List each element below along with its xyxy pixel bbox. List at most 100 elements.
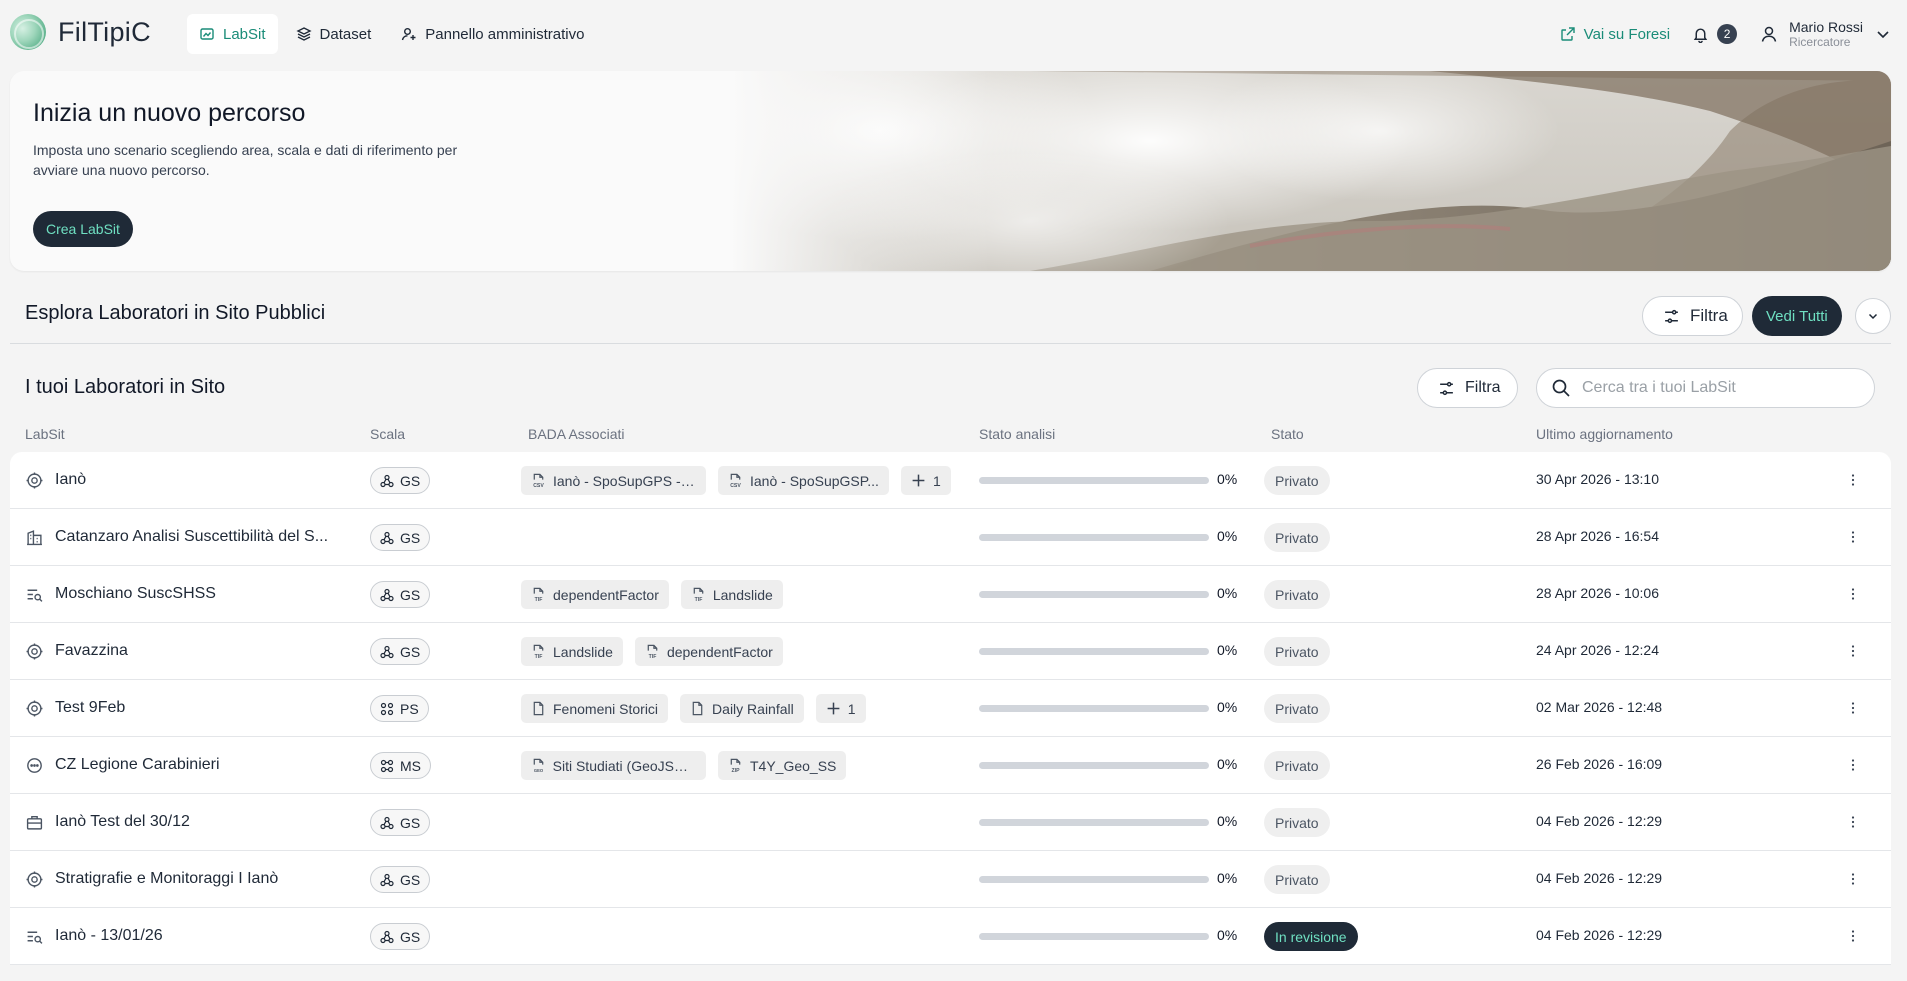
my-labs-filter-button[interactable]: Filtra xyxy=(1417,368,1518,408)
last-updated: 30 Apr 2026 - 13:10 xyxy=(1536,471,1659,487)
labsit-name-cell[interactable]: Catanzaro Analisi Suscettibilità del S..… xyxy=(26,509,356,565)
labsit-name-cell[interactable]: CZ Legione Carabinieri xyxy=(26,737,356,793)
labsit-name-cell[interactable]: Moschiano SuscSHSS xyxy=(26,566,356,622)
user-info: Mario Rossi Ricercatore xyxy=(1789,19,1863,49)
bada-chip[interactable]: Fenomeni Storici xyxy=(521,694,669,723)
table-row[interactable]: Catanzaro Analisi Suscettibilità del S..… xyxy=(10,509,1891,566)
plus-icon xyxy=(911,473,926,488)
scale-ps-icon xyxy=(380,702,394,716)
row-menu-button[interactable] xyxy=(1843,926,1863,946)
scale-label: PS xyxy=(400,700,419,717)
filter-label: Filtra xyxy=(1690,306,1728,325)
hero-image-fade xyxy=(730,71,990,271)
row-menu-button[interactable] xyxy=(1843,698,1863,718)
status-badge: Privato xyxy=(1264,637,1330,666)
user-icon xyxy=(1759,24,1779,44)
labsit-name-cell[interactable]: Test 9Feb xyxy=(26,680,356,736)
chat-icon xyxy=(26,757,43,774)
analysis-progress-value: 0% xyxy=(1217,528,1238,544)
column-header-labsit[interactable]: LabSit xyxy=(25,426,65,442)
scale-badge: GS xyxy=(370,923,431,950)
row-menu-button[interactable] xyxy=(1843,470,1863,490)
row-menu-button[interactable] xyxy=(1843,812,1863,832)
labsit-name-cell[interactable]: Favazzina xyxy=(26,623,356,679)
nav-item-admin[interactable]: Pannello amministrativo xyxy=(389,14,596,54)
top-bar: FilTipiC LabSit Dataset Pannello amminis… xyxy=(0,0,1907,66)
external-link-label: Vai su Foresi xyxy=(1583,25,1671,43)
bada-chip[interactable]: ZIP T4Y_Geo_SS xyxy=(718,751,847,780)
bada-chip-label: Siti Studiati (GeoJSON) xyxy=(552,757,696,774)
bada-chip-label: Ianò - SpoSupGSP... xyxy=(750,472,879,489)
svg-text:CSV: CSV xyxy=(533,483,544,488)
analysis-progress-value: 0% xyxy=(1217,927,1238,943)
bada-more-chip[interactable]: 1 xyxy=(815,694,866,723)
row-menu-button[interactable] xyxy=(1843,584,1863,604)
bada-chip[interactable]: TIF dependentFactor xyxy=(521,580,669,609)
app-logo[interactable]: FilTipiC xyxy=(10,14,151,50)
bada-chip[interactable]: CSV Ianò - SpoSupGPS - ... xyxy=(521,466,706,495)
table-row[interactable]: Ianò - 13/01/26 GS 0% In revisione 04 Feb 20… xyxy=(10,908,1891,965)
logo-mark-icon xyxy=(10,14,46,50)
geojson-file-icon: GEO xyxy=(531,758,546,773)
labsit-name: CZ Legione Carabinieri xyxy=(55,756,220,773)
table-row[interactable]: Ianò GS CSV Ianò - SpoSupGPS - ... CSV Ianò -… xyxy=(10,452,1891,509)
labsit-name-cell[interactable]: Ianò Test del 30/12 xyxy=(26,794,356,850)
external-link[interactable]: Vai su Foresi xyxy=(1560,26,1670,43)
create-labsit-button[interactable]: Crea LabSit xyxy=(33,211,133,247)
last-updated: 02 Mar 2026 - 12:48 xyxy=(1536,699,1663,715)
bada-chip-label: dependentFactor xyxy=(666,643,773,660)
scale-label: GS xyxy=(400,586,421,603)
bada-chip[interactable]: TIF dependentFactor xyxy=(634,637,783,666)
nav-item-labsit[interactable]: LabSit xyxy=(187,14,278,54)
collapse-toggle-button[interactable] xyxy=(1855,298,1891,334)
table-row[interactable]: Test 9Feb PS Fenomeni Storici Daily Rainfal… xyxy=(10,680,1891,737)
labs-table-body: Ianò GS CSV Ianò - SpoSupGPS - ... CSV Ianò -… xyxy=(10,452,1891,965)
dots-vertical-icon xyxy=(1845,928,1861,944)
column-header-scale[interactable]: Scala xyxy=(370,426,405,442)
table-row[interactable]: Ianò Test del 30/12 GS 0% Privato 04 Feb 202… xyxy=(10,794,1891,851)
row-menu-button[interactable] xyxy=(1843,527,1863,547)
column-header-status[interactable]: Stato xyxy=(1271,426,1304,442)
labsit-name-cell[interactable]: Ianò - 13/01/26 xyxy=(26,908,356,964)
nav-item-dataset[interactable]: Dataset xyxy=(284,14,384,54)
bada-chip[interactable]: TIF Landslide xyxy=(521,637,623,666)
row-menu-button[interactable] xyxy=(1843,755,1863,775)
user-menu[interactable]: Mario Rossi Ricercatore xyxy=(1759,19,1893,49)
bada-chip[interactable]: GEO Siti Studiati (GeoJSON) xyxy=(521,751,706,780)
last-updated: 28 Apr 2026 - 10:06 xyxy=(1536,585,1659,601)
dots-vertical-icon xyxy=(1845,814,1861,830)
see-all-button[interactable]: Vedi Tutti xyxy=(1752,296,1842,336)
row-menu-button[interactable] xyxy=(1843,641,1863,661)
column-header-updated[interactable]: Ultimo aggiornamento xyxy=(1536,426,1673,442)
table-row[interactable]: Favazzina GS TIF Landslide TIF dependentFacto… xyxy=(10,623,1891,680)
labsit-name: Ianò - 13/01/26 xyxy=(55,927,163,944)
scale-gs-icon xyxy=(380,645,394,659)
labsit-name-cell[interactable]: Ianò xyxy=(26,452,356,508)
explore-filter-button[interactable]: Filtra xyxy=(1642,296,1743,336)
scale-gs-icon xyxy=(380,930,394,944)
search-input[interactable] xyxy=(1582,379,1860,397)
bada-chip[interactable]: TIF Landslide xyxy=(680,580,783,609)
notifications-button[interactable]: 2 xyxy=(1692,24,1738,44)
table-row[interactable]: Stratigrafie e Monitoraggi I Ianò GS 0% Pri… xyxy=(10,851,1891,908)
bada-chip-label: Daily Rainfall xyxy=(712,700,794,717)
row-menu-button[interactable] xyxy=(1843,869,1863,889)
table-row[interactable]: Moschiano SuscSHSS GS TIF dependentFactor TI… xyxy=(10,566,1891,623)
bada-chip-label: T4Y_Geo_SS xyxy=(750,757,837,774)
analysis-progress-bar xyxy=(979,762,1209,769)
column-header-bada[interactable]: BADA Associati xyxy=(528,426,625,442)
tif-file-icon: TIF xyxy=(645,644,660,659)
status-badge: Privato xyxy=(1264,865,1330,894)
bada-chip[interactable]: CSV Ianò - SpoSupGSP... xyxy=(718,466,889,495)
analysis-progress-bar xyxy=(979,534,1209,541)
table-row[interactable]: CZ Legione Carabinieri MS GEO Siti Studiati… xyxy=(10,737,1891,794)
bada-more-chip[interactable]: 1 xyxy=(900,466,951,495)
target-icon xyxy=(26,871,43,888)
bada-chip[interactable]: Daily Rainfall xyxy=(680,694,804,723)
labsit-name: Ianò xyxy=(55,471,87,488)
column-header-analysis[interactable]: Stato analisi xyxy=(979,426,1055,442)
scale-badge: GS xyxy=(370,809,431,836)
notifications-badge: 2 xyxy=(1717,24,1738,44)
csv-file-icon: CSV xyxy=(728,473,743,488)
labsit-name-cell[interactable]: Stratigrafie e Monitoraggi I Ianò xyxy=(26,851,356,907)
